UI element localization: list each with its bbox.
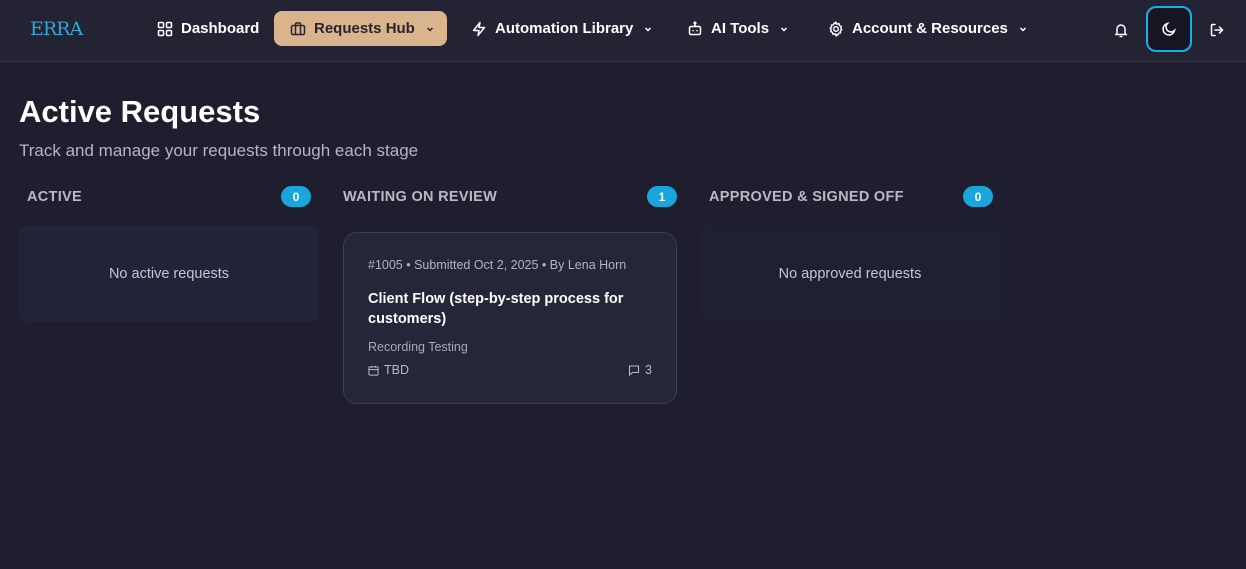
logout-button[interactable] xyxy=(1204,17,1230,43)
column-title: APPROVED & SIGNED OFF xyxy=(709,189,904,205)
column-header-active: ACTIVE 0 xyxy=(27,186,311,208)
grid-icon xyxy=(157,21,173,36)
chevron-down-icon xyxy=(781,26,788,32)
bell-icon xyxy=(1114,24,1128,38)
approved-empty-state: No approved requests xyxy=(701,226,999,322)
nav-account-resources[interactable]: Account & Resources xyxy=(828,11,1028,46)
column-header-approved: APPROVED & SIGNED OFF 0 xyxy=(709,186,993,208)
count-badge: 0 xyxy=(963,186,993,207)
request-card[interactable]: #1005 • Submitted Oct 2, 2025 • By Lena … xyxy=(343,232,677,404)
nav-automation-library-label: Automation Library xyxy=(495,20,634,37)
erra-logo[interactable]: ERRA xyxy=(30,16,83,42)
moon-icon xyxy=(1162,22,1176,36)
nav-account-resources-label: Account & Resources xyxy=(852,20,1008,37)
empty-state-text: No approved requests xyxy=(778,266,922,282)
column-header-waiting-on-review: WAITING ON REVIEW 1 xyxy=(343,186,677,208)
request-tag: Recording Testing xyxy=(368,340,468,354)
page-subtitle: Track and manage your requests through e… xyxy=(19,141,419,160)
chevron-down-icon xyxy=(426,26,433,32)
count-badge: 1 xyxy=(647,186,677,207)
chevron-down-icon xyxy=(1019,26,1026,32)
briefcase-icon xyxy=(290,21,306,35)
request-title: Client Flow (step-by-step process for cu… xyxy=(368,291,624,327)
nav-automation-library[interactable]: Automation Library xyxy=(471,11,653,46)
request-date: TBD xyxy=(368,363,409,377)
nav-requests-hub-label: Requests Hub xyxy=(314,20,415,37)
nav-dashboard-label: Dashboard xyxy=(181,20,260,37)
comment-icon xyxy=(628,365,640,376)
theme-toggle-button[interactable] xyxy=(1146,6,1192,52)
chevron-down-icon xyxy=(645,26,652,32)
calendar-icon xyxy=(368,365,379,376)
column-title: WAITING ON REVIEW xyxy=(343,189,498,205)
request-date-text: TBD xyxy=(384,363,409,377)
nav-ai-tools[interactable]: AI Tools xyxy=(687,11,789,46)
robot-icon xyxy=(688,20,702,35)
nav-dashboard[interactable]: Dashboard xyxy=(157,11,259,46)
comment-count: 3 xyxy=(645,363,652,377)
page-title: Active Requests xyxy=(19,94,261,129)
nav-ai-tools-label: AI Tools xyxy=(711,20,770,37)
count-badge: 0 xyxy=(281,186,311,207)
empty-state-text: No active requests xyxy=(108,266,230,282)
request-comments[interactable]: 3 xyxy=(628,363,652,377)
lightning-icon xyxy=(472,21,486,36)
top-navbar: ERRA Dashboard Requests Hub Automation L… xyxy=(0,0,1246,62)
notifications-button[interactable] xyxy=(1108,17,1134,43)
nav-requests-hub[interactable]: Requests Hub xyxy=(274,11,447,46)
logout-icon xyxy=(1210,23,1224,37)
gear-icon xyxy=(829,20,843,37)
active-empty-state: No active requests xyxy=(19,226,319,322)
request-meta: #1005 • Submitted Oct 2, 2025 • By Lena … xyxy=(368,258,627,272)
column-title: ACTIVE xyxy=(27,189,82,205)
